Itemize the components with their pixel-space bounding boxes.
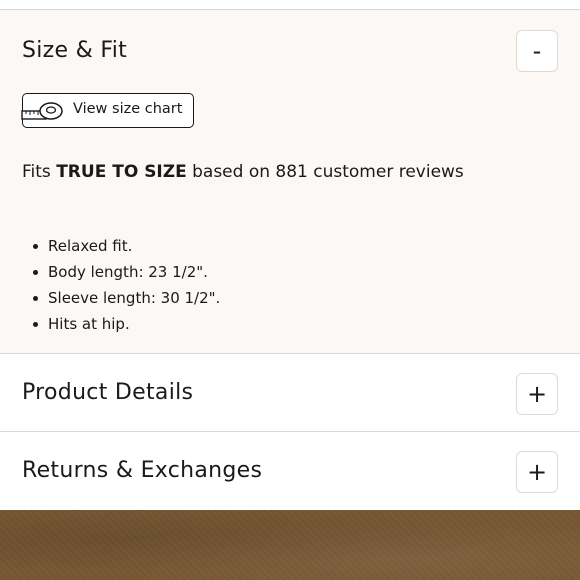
list-item: Relaxed fit.	[22, 236, 220, 262]
view-size-chart-label: View size chart	[73, 101, 183, 117]
measuring-tape-icon	[21, 102, 63, 120]
fit-prefix: Fits	[22, 162, 51, 182]
list-item: Sleeve length: 30 1/2".	[22, 288, 220, 314]
fit-summary: Fits TRUE TO SIZE based on 881 customer …	[22, 162, 464, 182]
returns-title[interactable]: Returns & Exchanges	[22, 458, 262, 483]
expand-returns-button[interactable]: +	[516, 451, 558, 493]
product-details-section: Product Details +	[0, 354, 580, 432]
list-item: Body length: 23 1/2".	[22, 262, 220, 288]
expand-product-details-button[interactable]: +	[516, 373, 558, 415]
size-fit-section: Size & Fit - View size chart Fits TRUE T…	[0, 10, 580, 354]
fit-suffix: based on 881 customer reviews	[192, 162, 464, 182]
size-fit-title[interactable]: Size & Fit	[22, 38, 127, 63]
fit-details-list: Relaxed fit. Body length: 23 1/2". Sleev…	[22, 236, 220, 340]
fit-highlight: TRUE TO SIZE	[56, 162, 187, 182]
top-divider	[0, 0, 580, 10]
returns-section: Returns & Exchanges +	[0, 432, 580, 510]
product-details-title[interactable]: Product Details	[22, 380, 193, 405]
view-size-chart-button[interactable]: View size chart	[21, 93, 194, 128]
product-photo-fabric	[0, 510, 580, 580]
collapse-size-fit-button[interactable]: -	[516, 30, 558, 72]
list-item: Hits at hip.	[22, 314, 220, 340]
